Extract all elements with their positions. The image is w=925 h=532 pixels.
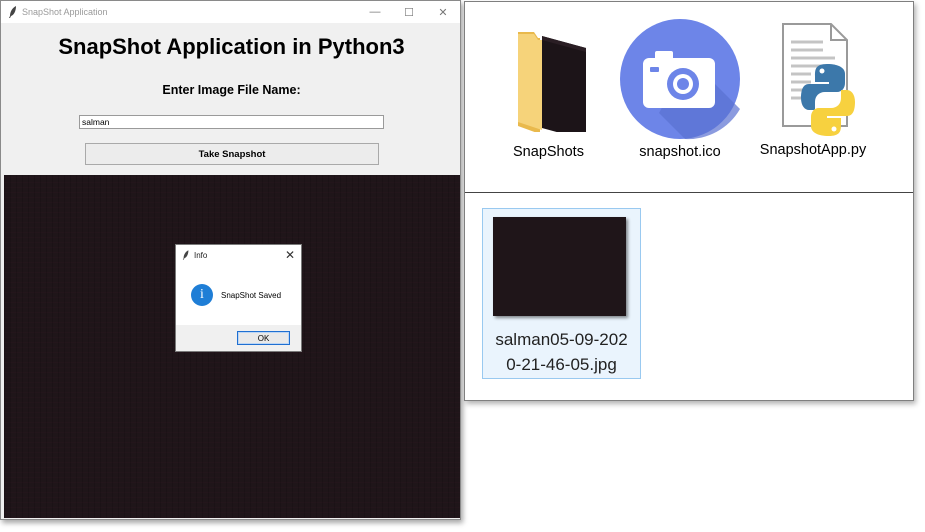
file-label: SnapShots [513,144,584,160]
python-file-icon [782,23,855,136]
file-label-line-2: 0-21-46-05.jpg [506,355,617,374]
minimize-button[interactable]: — [358,1,392,23]
file-label: snapshot.ico [639,144,721,160]
file-label: salman05-09-202 0-21-46-05.jpg [483,327,640,377]
window-title: SnapShot Application [22,7,108,17]
info-dialog: Info ✕ i SnapShot Saved OK [175,244,302,352]
feather-icon [182,250,189,260]
take-snapshot-button[interactable]: Take Snapshot [85,143,379,165]
filename-input[interactable]: salman [79,115,384,129]
dialog-message: SnapShot Saved [221,291,282,300]
close-button[interactable]: ✕ [426,1,460,23]
file-item-snapshot-ico[interactable]: snapshot.ico [615,18,745,160]
image-thumbnail [493,217,626,316]
info-icon: i [191,284,213,306]
file-label: SnapshotApp.py [759,142,867,158]
app-heading: SnapShot Application in Python3 [58,34,405,59]
dialog-body: i SnapShot Saved [176,265,301,325]
folder-icon [517,32,586,140]
file-item-snapshot-jpg[interactable]: salman05-09-202 0-21-46-05.jpg [482,208,641,379]
filename-label: Enter Image File Name: [162,83,301,97]
feather-icon [9,6,16,18]
file-label-line-1: salman05-09-202 [495,330,628,349]
app-titlebar[interactable]: SnapShot Application — ☐ ✕ [1,1,460,23]
dialog-titlebar[interactable]: Info ✕ [176,245,301,265]
file-explorer: SnapShots snapshot.ico SnapshotApp.py sa… [464,1,914,401]
ok-button[interactable]: OK [237,331,290,345]
dialog-title: Info [194,250,208,260]
file-item-snapshots[interactable]: SnapShots [496,22,601,160]
file-item-snapshotapp-py[interactable]: SnapshotApp.py [753,20,873,158]
camera-icon [620,19,740,140]
maximize-button[interactable]: ☐ [392,1,426,23]
explorer-divider [465,192,913,193]
dialog-close-button[interactable]: ✕ [285,248,295,262]
